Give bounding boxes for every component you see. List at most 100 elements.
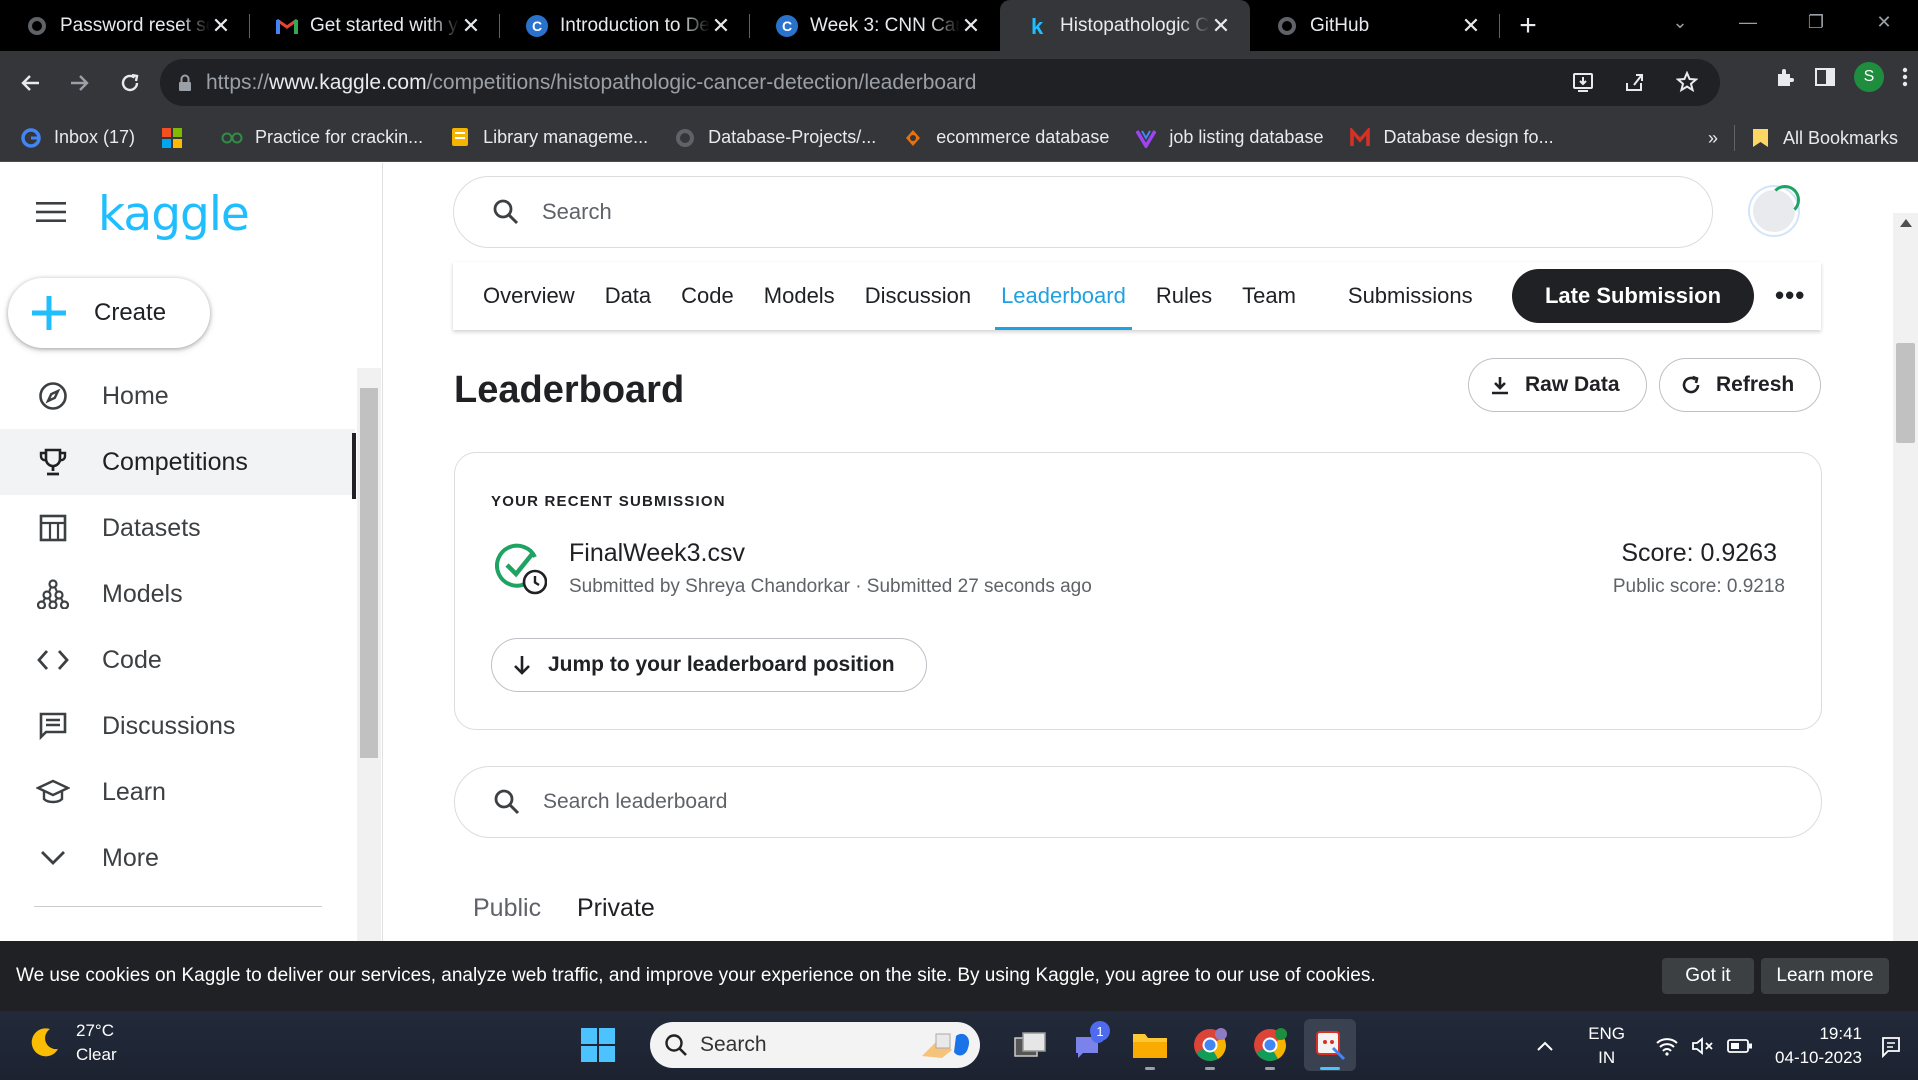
user-avatar[interactable] <box>1750 185 1800 235</box>
bookmark-item[interactable]: Database-Projects/... <box>674 127 876 149</box>
all-bookmarks-link[interactable]: All Bookmarks <box>1783 128 1898 149</box>
restore-icon[interactable]: ❐ <box>1782 0 1850 44</box>
bookmark-star-icon[interactable] <box>1676 71 1698 93</box>
browser-tab[interactable]: Get started with yo ✕ <box>250 0 500 51</box>
scroll-up-icon[interactable] <box>1900 219 1912 227</box>
bookmark-item[interactable]: Database design fo... <box>1349 127 1554 149</box>
snipping-tool-icon[interactable] <box>1304 1019 1356 1071</box>
more-options-icon[interactable]: ••• <box>1775 280 1805 311</box>
search-input[interactable] <box>542 199 1442 225</box>
close-icon[interactable]: ✕ <box>960 13 982 38</box>
tab-code[interactable]: Code <box>681 262 734 330</box>
windows-taskbar: 27°C Clear Search 1 ENG IN 19:41 04-10-2023 <box>0 1011 1918 1080</box>
raw-data-button[interactable]: Raw Data <box>1468 358 1647 412</box>
forward-button[interactable] <box>60 63 100 103</box>
close-icon[interactable]: ✕ <box>1210 13 1232 38</box>
sidebar-item-discussions[interactable]: Discussions <box>0 693 355 759</box>
install-app-icon[interactable] <box>1572 71 1594 93</box>
reload-button[interactable] <box>110 63 150 103</box>
tab-leaderboard[interactable]: Leaderboard <box>995 262 1132 330</box>
close-icon[interactable]: ✕ <box>1460 13 1482 38</box>
tab-search-icon[interactable]: ⌄ <box>1646 0 1714 44</box>
bookmark-item[interactable]: Inbox (17) <box>20 127 135 149</box>
tab-public[interactable]: Public <box>473 894 541 923</box>
leaderboard-search[interactable] <box>454 766 1822 838</box>
tab-discussion[interactable]: Discussion <box>865 262 971 330</box>
minimize-icon[interactable]: — <box>1714 0 1782 44</box>
sidebar-item-datasets[interactable]: Datasets <box>0 495 355 561</box>
leaderboard-search-input[interactable] <box>543 790 1443 814</box>
teams-chat-icon[interactable]: 1 <box>1064 1019 1116 1071</box>
language-indicator[interactable]: ENG IN <box>1588 1022 1625 1070</box>
url-text: https://www.kaggle.com/competitions/hist… <box>206 70 977 94</box>
windows-start-icon[interactable] <box>572 1019 624 1071</box>
refresh-button[interactable]: Refresh <box>1659 358 1822 412</box>
search-icon <box>493 788 521 816</box>
volume-muted-icon[interactable] <box>1691 1036 1715 1056</box>
taskbar-search[interactable]: Search <box>650 1022 980 1068</box>
sidebar-item-home[interactable]: Home <box>0 363 355 429</box>
chrome-icon[interactable] <box>1184 1019 1236 1071</box>
chevron-up-icon[interactable] <box>1536 1040 1554 1052</box>
chrome-profile-icon[interactable] <box>1244 1019 1296 1071</box>
kaggle-logo[interactable]: kaggle <box>98 187 250 242</box>
scrollbar-thumb[interactable] <box>1896 343 1915 443</box>
wifi-icon[interactable] <box>1655 1036 1679 1056</box>
bookmarks-overflow-icon[interactable]: » <box>1708 128 1718 149</box>
sidebar-item-models[interactable]: Models <box>0 561 355 627</box>
new-tab-button[interactable]: + <box>1508 0 1548 51</box>
close-icon[interactable]: ✕ <box>210 13 232 38</box>
share-icon[interactable] <box>1624 71 1646 93</box>
sidebar-item-code[interactable]: Code <box>0 627 355 693</box>
got-it-button[interactable]: Got it <box>1662 958 1754 994</box>
submission-score: Score: 0.9263 <box>1621 539 1777 567</box>
learn-more-button[interactable]: Learn more <box>1761 958 1889 994</box>
tab-submissions[interactable]: Submissions <box>1348 262 1473 330</box>
tab-models[interactable]: Models <box>764 262 835 330</box>
battery-icon[interactable] <box>1727 1038 1753 1054</box>
late-submission-button[interactable]: Late Submission <box>1512 269 1754 323</box>
clock[interactable]: 19:41 04-10-2023 <box>1775 1022 1862 1070</box>
bookmark-item[interactable]: job listing database <box>1135 127 1323 149</box>
window-close-icon[interactable]: ✕ <box>1850 0 1918 44</box>
address-bar[interactable]: https://www.kaggle.com/competitions/hist… <box>160 59 1720 106</box>
jump-to-position-button[interactable]: Jump to your leaderboard position <box>491 638 927 692</box>
extensions-icon[interactable] <box>1774 66 1796 88</box>
weather-condition: Clear <box>76 1045 117 1064</box>
kebab-menu-icon[interactable] <box>1902 66 1908 88</box>
tab-overview[interactable]: Overview <box>483 262 575 330</box>
bookmark-item[interactable]: ecommerce database <box>902 127 1109 149</box>
sidebar-scrollbar[interactable] <box>357 368 381 941</box>
bookmark-item[interactable]: Library manageme... <box>449 127 648 149</box>
profile-avatar[interactable]: S <box>1854 62 1884 92</box>
tab-rules[interactable]: Rules <box>1156 262 1212 330</box>
browser-tab[interactable]: GitHub ✕ <box>1250 0 1500 51</box>
tab-team[interactable]: Team <box>1242 262 1296 330</box>
lock-icon[interactable] <box>178 74 192 92</box>
back-button[interactable] <box>10 63 50 103</box>
site-search[interactable] <box>453 176 1713 248</box>
close-icon[interactable]: ✕ <box>460 13 482 38</box>
task-view-icon[interactable] <box>1004 1019 1056 1071</box>
file-explorer-icon[interactable] <box>1124 1019 1176 1071</box>
browser-tab[interactable]: Password reset ser ✕ <box>0 0 250 51</box>
scrollbar-thumb[interactable] <box>360 388 378 758</box>
close-icon[interactable]: ✕ <box>710 13 732 38</box>
notifications-icon[interactable] <box>1880 1034 1902 1058</box>
browser-tab-active[interactable]: k Histopathologic Ca ✕ <box>1000 0 1250 51</box>
bookmark-divider <box>1733 125 1735 151</box>
bookmark-item[interactable] <box>161 127 195 149</box>
browser-tab[interactable]: C Week 3: CNN Canc ✕ <box>750 0 1000 51</box>
side-panel-icon[interactable] <box>1814 66 1836 88</box>
tab-private[interactable]: Private <box>577 894 655 923</box>
sidebar-item-learn[interactable]: Learn <box>0 759 355 825</box>
weather-widget[interactable]: 27°C Clear <box>26 1019 117 1067</box>
hamburger-menu-icon[interactable] <box>36 201 66 223</box>
browser-tab[interactable]: C Introduction to De ✕ <box>500 0 750 51</box>
sidebar-item-more[interactable]: More <box>0 825 355 891</box>
page-scrollbar[interactable] <box>1893 213 1918 941</box>
create-button[interactable]: Create <box>8 278 210 348</box>
sidebar-item-competitions[interactable]: Competitions <box>0 429 355 495</box>
tab-data[interactable]: Data <box>605 262 651 330</box>
bookmark-item[interactable]: Practice for crackin... <box>221 127 423 149</box>
